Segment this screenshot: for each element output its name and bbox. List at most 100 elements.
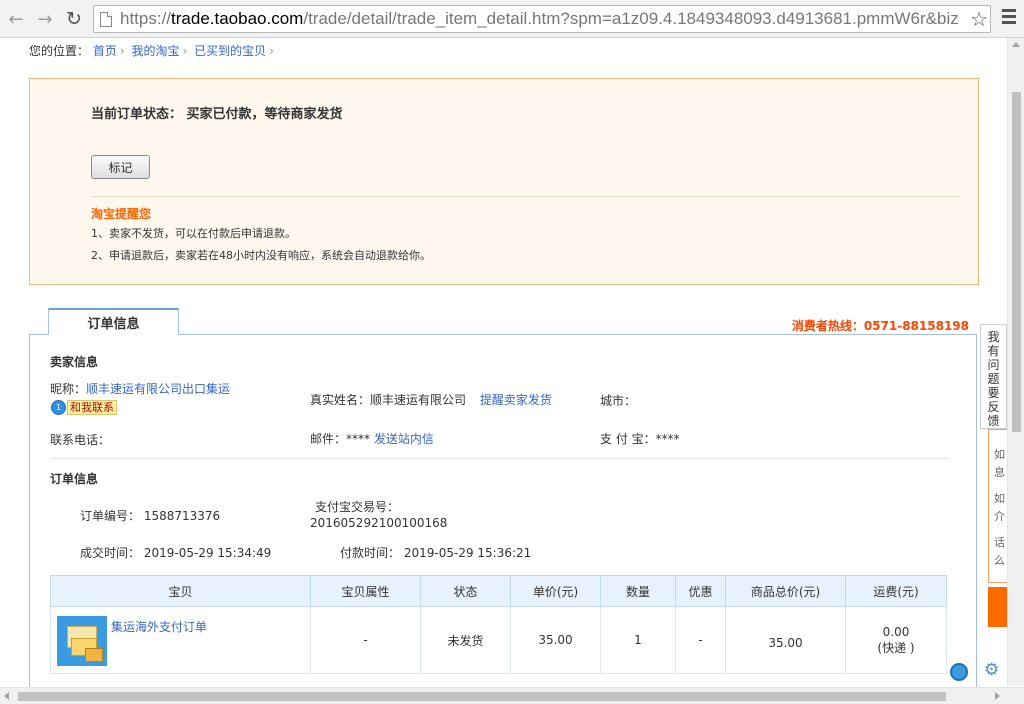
deal-time-field: 成交时间： 2019-05-29 15:34:49	[80, 544, 271, 561]
item-price: 35.00	[510, 606, 601, 674]
side-panel-char: 介	[994, 510, 1005, 523]
scroll-thumb[interactable]	[1012, 92, 1021, 432]
breadcrumb-bought-items[interactable]: 已买到的宝贝	[194, 44, 266, 58]
scroll-up-icon[interactable]	[1012, 42, 1020, 47]
tab-order-info[interactable]: 订单信息	[48, 308, 179, 335]
column-header: 状态	[420, 575, 511, 607]
chevron-right-icon: ›	[119, 44, 125, 58]
item-thumbnail[interactable]	[57, 616, 107, 666]
url-path: /trade/detail/trade_item_detail.htm?spm=…	[303, 9, 959, 28]
divider	[50, 458, 950, 459]
feedback-char: 要	[987, 386, 1000, 400]
chevron-right-icon: ›	[182, 44, 188, 58]
chat-bubble-icon[interactable]	[950, 663, 968, 681]
feedback-char: 有	[987, 344, 1000, 358]
gear-icon[interactable]: ⚙	[984, 660, 999, 680]
breadcrumb: 您的位置： 首页 › 我的淘宝 › 已买到的宝贝 ›	[29, 42, 277, 59]
url-scheme: https://	[120, 9, 172, 28]
send-message-link[interactable]: 发送站内信	[374, 432, 434, 446]
breadcrumb-my-taobao[interactable]: 我的淘宝	[132, 44, 180, 58]
reminder-title: 淘宝提醒您	[91, 207, 152, 221]
side-help-panel[interactable]: 如 息 如 介 话 么	[988, 429, 1007, 583]
column-header: 运费(元)	[845, 575, 947, 607]
scroll-right-icon[interactable]	[995, 692, 1000, 700]
alipay-trade-number: 201605292100100168	[310, 516, 448, 530]
column-header: 数量	[600, 575, 676, 607]
side-orange-button[interactable]	[988, 587, 1007, 627]
item-shipping-method: (快递 )	[877, 640, 915, 655]
order-info-title: 订单信息	[50, 472, 99, 486]
seller-realname-field: 真实姓名：顺丰速运有限公司 提醒卖家发货	[310, 391, 552, 408]
breadcrumb-label: 您的位置：	[29, 44, 90, 58]
order-number-value: 1588713376	[143, 509, 221, 523]
bookmark-star-icon[interactable]: ☆	[970, 7, 988, 31]
table-row: 集运海外支付订单 - 未发货 35.00 1 - 35.00 0.00 (快递 …	[50, 606, 947, 674]
horizontal-scrollbar[interactable]	[0, 687, 1024, 704]
order-info-panel: 卖家信息 昵称：顺丰速运有限公司出口集运 1 和我联系 真实姓名：顺丰速运有限公…	[29, 334, 977, 687]
feedback-char: 我	[987, 330, 1000, 344]
reload-icon[interactable]: ↻	[62, 7, 86, 31]
item-shipping: 0.00	[882, 624, 910, 639]
pay-time-label: 付款时间：	[340, 546, 401, 560]
browser-toolbar: ← → ↻ https://trade.taobao.com/trade/det…	[0, 0, 1024, 38]
alipay-trade-label: 支付宝交易号：	[315, 500, 400, 514]
column-header: 单价(元)	[510, 575, 601, 607]
item-quantity: 1	[600, 606, 676, 674]
url-host: trade.taobao.com	[171, 9, 304, 28]
city-label: 城市：	[600, 394, 637, 408]
feedback-char: 题	[987, 372, 1000, 386]
item-name-link[interactable]: 集运海外支付订单	[111, 618, 207, 635]
mark-button[interactable]: 标记	[91, 155, 150, 179]
column-header: 宝贝属性	[310, 575, 421, 607]
realname-label: 真实姓名：	[310, 393, 371, 407]
table-header-row: 宝贝 宝贝属性 状态 单价(元) 数量 优惠 商品总价(元) 运费(元)	[50, 575, 947, 607]
vertical-scrollbar[interactable]	[1007, 38, 1024, 686]
side-panel-char: 么	[994, 554, 1005, 567]
scroll-thumb[interactable]	[18, 692, 946, 701]
address-bar[interactable]: https://trade.taobao.com/trade/detail/tr…	[93, 5, 991, 33]
side-panel-char: 话	[994, 536, 1005, 549]
phone-label: 联系电话：	[50, 433, 111, 447]
forward-arrow-icon[interactable]: →	[33, 7, 57, 31]
order-items-table: 宝贝 宝贝属性 状态 单价(元) 数量 优惠 商品总价(元) 运费(元) 集运海…	[50, 575, 947, 674]
seller-email-field: 邮件：**** 发送站内信	[310, 430, 434, 447]
deal-time-value: 2019-05-29 15:34:49	[143, 546, 272, 560]
realname-value: 顺丰速运有限公司	[370, 393, 467, 407]
order-number-field: 订单编号： 1588713376	[80, 507, 220, 524]
back-arrow-icon[interactable]: ←	[4, 7, 28, 31]
deal-time-label: 成交时间：	[80, 546, 141, 560]
breadcrumb-home[interactable]: 首页	[93, 44, 117, 58]
remind-ship-link[interactable]: 提醒卖家发货	[480, 393, 552, 407]
item-attr: -	[310, 606, 421, 674]
side-panel-char: 如	[994, 448, 1005, 461]
feedback-char: 反	[987, 400, 1000, 414]
seller-nickname-link[interactable]: 顺丰速运有限公司出口集运	[86, 382, 230, 396]
column-header: 宝贝	[50, 575, 311, 607]
item-goods-cell: 集运海外支付订单	[50, 606, 311, 674]
contact-seller-button[interactable]: 1 和我联系	[51, 400, 117, 415]
feedback-button[interactable]: 我 有 问 题 要 反 馈	[980, 324, 1007, 429]
seller-info-title: 卖家信息	[50, 355, 99, 369]
menu-icon[interactable]	[1002, 9, 1016, 27]
chevron-right-icon: ›	[269, 44, 274, 58]
item-total: 35.00	[725, 606, 846, 674]
scroll-left-icon[interactable]	[4, 692, 9, 700]
contact-label: 和我联系	[67, 400, 117, 415]
feedback-char: 馈	[987, 414, 1000, 428]
column-header: 优惠	[675, 575, 726, 607]
item-status: 未发货	[420, 606, 511, 674]
url-text[interactable]: https://trade.taobao.com/trade/detail/tr…	[120, 9, 965, 29]
item-shipping-cell: 0.00 (快递 )	[845, 606, 947, 674]
feedback-char: 问	[987, 358, 1000, 372]
order-status-box: 当前订单状态： 买家已付款，等待商家发货 标记 淘宝提醒您 1、卖家不发货，可以…	[29, 78, 979, 285]
consumer-hotline: 消费者热线：0571-88158198	[791, 319, 969, 333]
page-content: 您的位置： 首页 › 我的淘宝 › 已买到的宝贝 › 当前订单状态： 买家已付款，等待…	[0, 39, 1007, 687]
column-header: 商品总价(元)	[725, 575, 846, 607]
reminder-tip: 1、卖家不发货，可以在付款后申请退款。	[91, 227, 296, 240]
order-number-label: 订单编号：	[80, 509, 141, 523]
side-panel-char: 息	[994, 466, 1005, 479]
page-icon	[100, 12, 112, 27]
side-panel-char: 如	[994, 492, 1005, 505]
reminder-tip: 2、申请退款后，卖家若在48小时内没有响应，系统会自动退款给你。	[91, 249, 431, 262]
pay-time-value: 2019-05-29 15:36:21	[403, 546, 532, 560]
